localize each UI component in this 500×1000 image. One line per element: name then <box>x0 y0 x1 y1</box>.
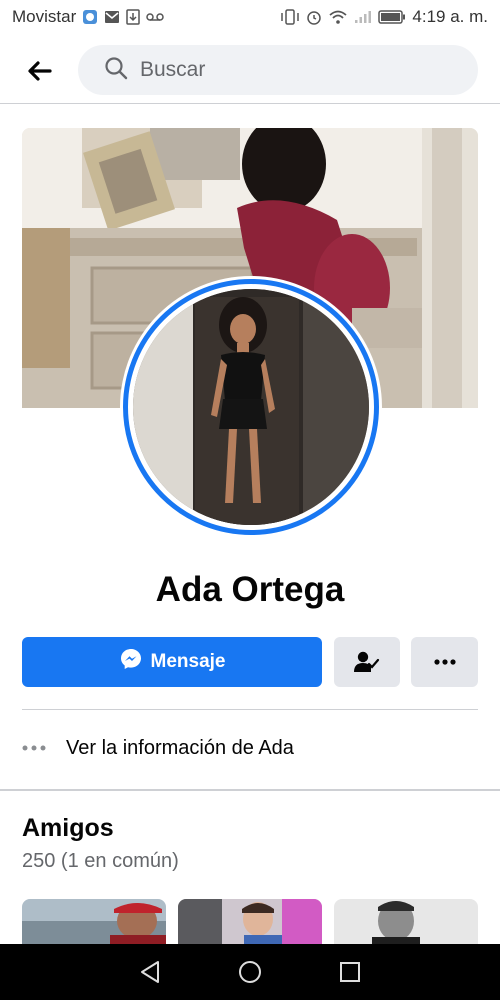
triangle-back-icon <box>141 961 159 983</box>
search-input[interactable]: Buscar <box>78 45 478 95</box>
profile-photo <box>133 289 369 525</box>
friend-thumbnail[interactable] <box>178 899 322 947</box>
download-icon <box>126 9 140 25</box>
status-left: Movistar <box>12 7 164 27</box>
vibrate-icon <box>280 9 300 25</box>
messenger-icon <box>119 647 143 677</box>
status-bar: Movistar 4:19 a. m. <box>0 0 500 34</box>
battery-icon <box>378 10 406 24</box>
ellipsis-icon <box>22 745 46 751</box>
section-divider-thick <box>0 789 500 791</box>
voicemail-icon <box>146 12 164 22</box>
android-back-button[interactable] <box>130 952 170 992</box>
wifi-icon <box>328 9 348 25</box>
app-notification-icon <box>82 9 98 25</box>
android-nav-bar <box>0 944 500 1000</box>
top-nav: Buscar <box>0 42 500 98</box>
story-ring <box>123 279 379 535</box>
section-divider <box>22 709 478 710</box>
profile-name: Ada Ortega <box>155 570 345 609</box>
android-home-button[interactable] <box>230 952 270 992</box>
status-right: 4:19 a. m. <box>280 7 488 27</box>
more-horizontal-icon <box>433 659 456 665</box>
gmail-icon <box>104 10 120 24</box>
carrier-label: Movistar <box>12 7 77 26</box>
message-label: Mensaje <box>150 651 226 672</box>
profile-picture[interactable] <box>120 276 382 538</box>
back-button[interactable] <box>22 54 56 88</box>
message-button[interactable]: Mensaje <box>22 637 322 687</box>
circle-home-icon <box>239 961 261 983</box>
friend-thumbnail[interactable] <box>334 899 478 947</box>
more-options-button[interactable] <box>411 637 478 687</box>
signal-icon <box>354 10 372 24</box>
view-info-row[interactable]: Ver la información de Ada <box>22 728 478 768</box>
square-recents-icon <box>340 962 360 982</box>
view-info-label: Ver la información de Ada <box>66 736 294 759</box>
friends-title[interactable]: Amigos <box>22 814 114 843</box>
friends-count: 250 (1 en común) <box>22 850 179 872</box>
clock-label: 4:19 a. m. <box>412 7 488 26</box>
search-placeholder: Buscar <box>140 58 206 81</box>
search-icon <box>104 56 128 85</box>
friend-thumbnail[interactable] <box>22 899 166 947</box>
arrow-left-icon <box>28 61 52 81</box>
nav-divider <box>0 103 500 104</box>
friend-check-icon <box>354 651 380 672</box>
alarm-icon <box>306 9 322 25</box>
android-recents-button[interactable] <box>330 952 370 992</box>
friend-status-button[interactable] <box>334 637 400 687</box>
